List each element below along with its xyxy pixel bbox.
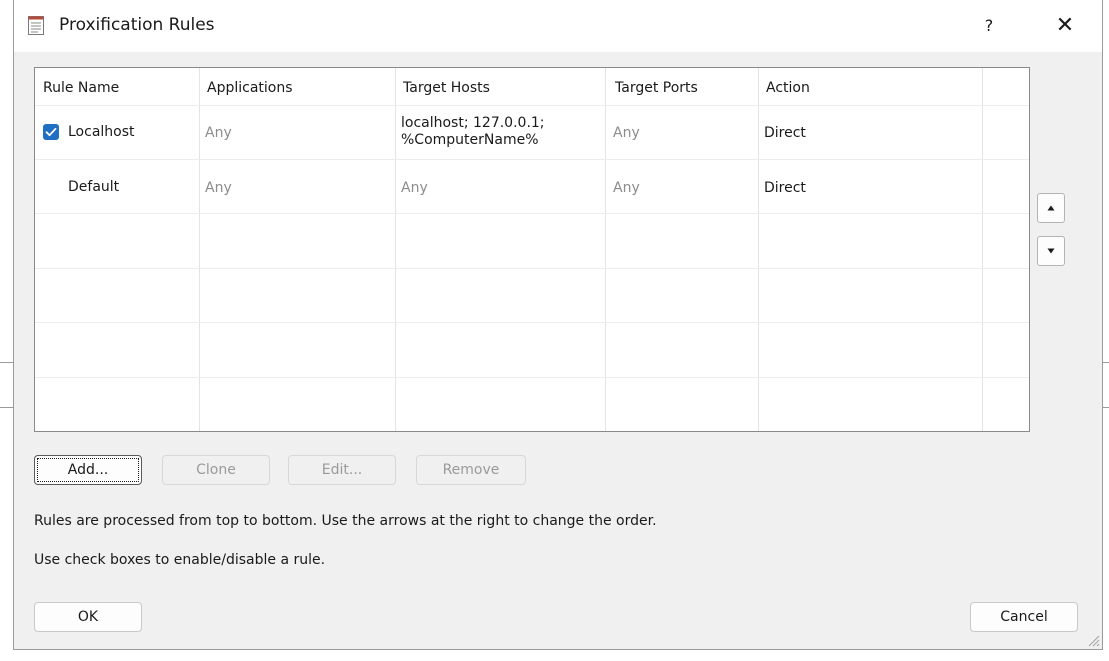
column-header-target-ports[interactable]: Target Ports <box>615 80 698 97</box>
proxification-rules-dialog: Proxification Rules ? ✕ Rule Name Applic… <box>13 0 1103 650</box>
rule-target-ports: Any <box>613 180 640 196</box>
rule-target-hosts: localhost; 127.0.0.1; %ComputerName% <box>401 115 545 148</box>
triangle-up-icon <box>1047 205 1055 211</box>
background-divider <box>0 362 13 363</box>
cancel-button[interactable]: Cancel <box>970 602 1078 632</box>
order-hint-text: Rules are processed from top to bottom. … <box>34 513 657 529</box>
column-header-applications[interactable]: Applications <box>207 80 293 97</box>
row-divider <box>35 322 1029 323</box>
rule-target-hosts: Any <box>401 180 428 196</box>
rule-name[interactable]: Localhost <box>68 124 135 141</box>
title-bar: Proxification Rules ? ✕ <box>14 0 1102 52</box>
rule-action: Direct <box>764 180 806 196</box>
edit-rule-button[interactable]: Edit... <box>288 455 396 485</box>
row-divider <box>35 213 1029 214</box>
ok-button[interactable]: OK <box>34 602 142 632</box>
window-title: Proxification Rules <box>59 15 215 35</box>
rules-list[interactable]: Rule Name Applications Target Hosts Targ… <box>34 67 1030 432</box>
rule-target-ports: Any <box>613 125 640 141</box>
column-header-rule-name[interactable]: Rule Name <box>43 80 119 97</box>
rule-name[interactable]: Default <box>68 179 119 196</box>
remove-rule-button[interactable]: Remove <box>416 455 526 485</box>
add-rule-button[interactable]: Add... <box>34 455 142 485</box>
rule-enabled-checkbox[interactable] <box>43 124 59 140</box>
move-up-button[interactable] <box>1037 193 1065 223</box>
column-header-action[interactable]: Action <box>766 80 810 97</box>
clone-rule-button[interactable]: Clone <box>162 455 270 485</box>
help-button[interactable]: ? <box>969 10 1009 42</box>
background-divider <box>1103 407 1109 408</box>
resize-grip-icon[interactable] <box>1086 633 1100 647</box>
rule-action: Direct <box>764 125 806 141</box>
rules-document-icon <box>28 16 44 35</box>
checkbox-hint-text: Use check boxes to enable/disable a rule… <box>34 552 326 568</box>
row-divider <box>35 159 1029 160</box>
checkmark-icon <box>45 127 57 137</box>
focus-ring <box>37 458 139 482</box>
triangle-down-icon <box>1047 248 1055 254</box>
rule-applications: Any <box>205 180 232 196</box>
column-header-target-hosts[interactable]: Target Hosts <box>403 80 490 97</box>
close-button[interactable]: ✕ <box>1044 10 1086 42</box>
background-divider <box>0 407 13 408</box>
row-divider <box>35 268 1029 269</box>
row-divider <box>35 105 1029 106</box>
rule-applications: Any <box>205 125 232 141</box>
background-divider <box>1103 362 1109 363</box>
move-down-button[interactable] <box>1037 236 1065 266</box>
row-divider <box>35 377 1029 378</box>
